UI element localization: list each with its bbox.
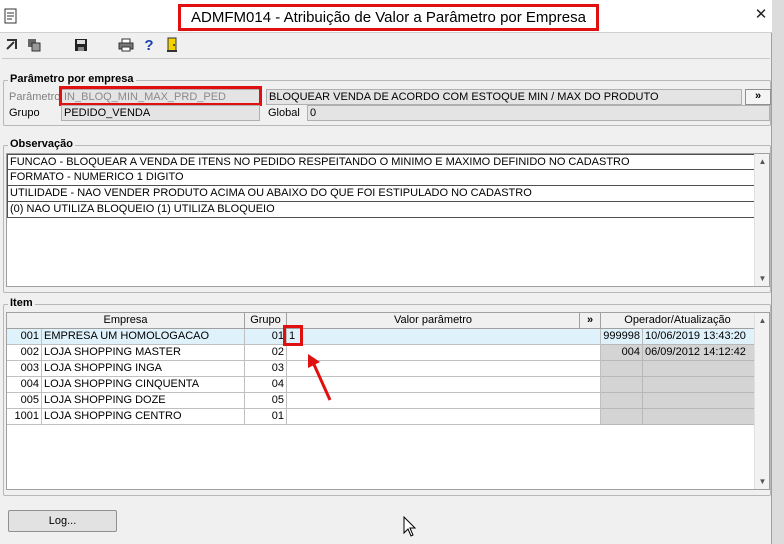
parametro-description-field: BLOQUEAR VENDA DE ACORDO COM ESTOQUE MIN…: [266, 89, 742, 105]
observacao-line: (0) NAO UTILIZA BLOQUEIO (1) UTILIZA BLO…: [7, 202, 758, 218]
row-empresa: EMPRESA UM HOMOLOGACAO: [42, 329, 245, 345]
row-data: [643, 361, 755, 377]
scroll-down-icon[interactable]: ▼: [755, 474, 770, 489]
toolbar: ?: [0, 34, 772, 56]
mouse-pointer-icon: [403, 516, 417, 537]
row-grupo: 02: [245, 345, 287, 361]
parametro-label: Parâmetro: [9, 91, 61, 103]
row-data: [643, 393, 755, 409]
row-valor[interactable]: [287, 409, 601, 425]
exit-door-icon[interactable]: [164, 37, 180, 53]
row-empresa: LOJA SHOPPING INGA: [42, 361, 245, 377]
parametro-group-legend: Parâmetro por empresa: [8, 73, 136, 85]
item-group-legend: Item: [8, 297, 35, 309]
row-code: 005: [7, 393, 42, 409]
row-operador: [601, 409, 643, 425]
observacao-line: UTILIDADE - NAO VENDER PRODUTO ACIMA OU …: [7, 186, 758, 202]
log-button[interactable]: Log...: [8, 510, 117, 532]
row-data: [643, 409, 755, 425]
row-empresa: LOJA SHOPPING MASTER: [42, 345, 245, 361]
observacao-scrollbar[interactable]: ▲ ▼: [754, 154, 769, 286]
print-icon[interactable]: [118, 37, 134, 53]
row-empresa: LOJA SHOPPING DOZE: [42, 393, 245, 409]
row-operador: 004: [601, 345, 643, 361]
row-operador: 999998: [601, 329, 643, 345]
row-data: 06/09/2012 14:12:42: [643, 345, 755, 361]
execute-icon[interactable]: [4, 37, 20, 53]
valor-more-button[interactable]: »: [580, 313, 601, 329]
parametro-annotation-box: [59, 86, 262, 106]
help-icon[interactable]: ?: [141, 37, 157, 54]
row-code: 003: [7, 361, 42, 377]
observacao-line: FORMATO - NUMERICO 1 DIGITO: [7, 170, 758, 186]
item-grid: Empresa Grupo Valor parâmetro » Operador…: [6, 312, 770, 490]
main-window: ADMFM014 - Atribuição de Valor a Parâmet…: [0, 0, 772, 544]
annotation-arrow-icon: [308, 354, 332, 401]
row-data: [643, 377, 755, 393]
row-valor[interactable]: 1: [287, 329, 601, 345]
title-bar: ADMFM014 - Atribuição de Valor a Parâmet…: [0, 0, 772, 33]
grupo-field: PEDIDO_VENDA: [61, 105, 260, 121]
row-grupo: 03: [245, 361, 287, 377]
global-field: 0: [307, 105, 770, 121]
observacao-line: FUNCAO - BLOQUEAR A VENDA DE ITENS NO PE…: [7, 154, 758, 170]
observacao-memo[interactable]: FUNCAO - BLOQUEAR A VENDA DE ITENS NO PE…: [6, 153, 770, 287]
row-operador: [601, 361, 643, 377]
close-button[interactable]: ✕: [752, 6, 770, 24]
copy-icon[interactable]: [26, 37, 42, 53]
scroll-up-icon[interactable]: ▲: [755, 313, 770, 328]
observacao-group-legend: Observação: [8, 138, 75, 150]
operador-column-header[interactable]: Operador/Atualização: [601, 313, 755, 329]
valor-column-header[interactable]: Valor parâmetro: [287, 313, 580, 329]
scroll-down-icon[interactable]: ▼: [755, 271, 770, 286]
grupo-column-header[interactable]: Grupo: [245, 313, 287, 329]
row-operador: [601, 377, 643, 393]
save-icon[interactable]: [73, 37, 89, 53]
item-grid-scrollbar[interactable]: ▲ ▼: [754, 313, 769, 489]
row-grupo: 05: [245, 393, 287, 409]
row-code: 004: [7, 377, 42, 393]
valor-annotation-box: [283, 325, 303, 346]
row-operador: [601, 393, 643, 409]
row-grupo: 01: [245, 329, 287, 345]
row-code: 1001: [7, 409, 42, 425]
empresa-column-header[interactable]: Empresa: [7, 313, 245, 329]
scroll-up-icon[interactable]: ▲: [755, 154, 770, 169]
parametro-lookup-button[interactable]: »: [745, 89, 771, 105]
row-grupo: 04: [245, 377, 287, 393]
row-empresa: LOJA SHOPPING CENTRO: [42, 409, 245, 425]
row-grupo: 01: [245, 409, 287, 425]
row-empresa: LOJA SHOPPING CINQUENTA: [42, 377, 245, 393]
global-label: Global: [268, 107, 300, 119]
row-code: 001: [7, 329, 42, 345]
row-data: 10/06/2019 13:43:20: [643, 329, 755, 345]
grupo-label: Grupo: [9, 107, 40, 119]
window-title: ADMFM014 - Atribuição de Valor a Parâmet…: [178, 4, 599, 31]
document-app-icon: [4, 8, 18, 24]
toolbar-separator: [2, 58, 770, 59]
row-code: 002: [7, 345, 42, 361]
